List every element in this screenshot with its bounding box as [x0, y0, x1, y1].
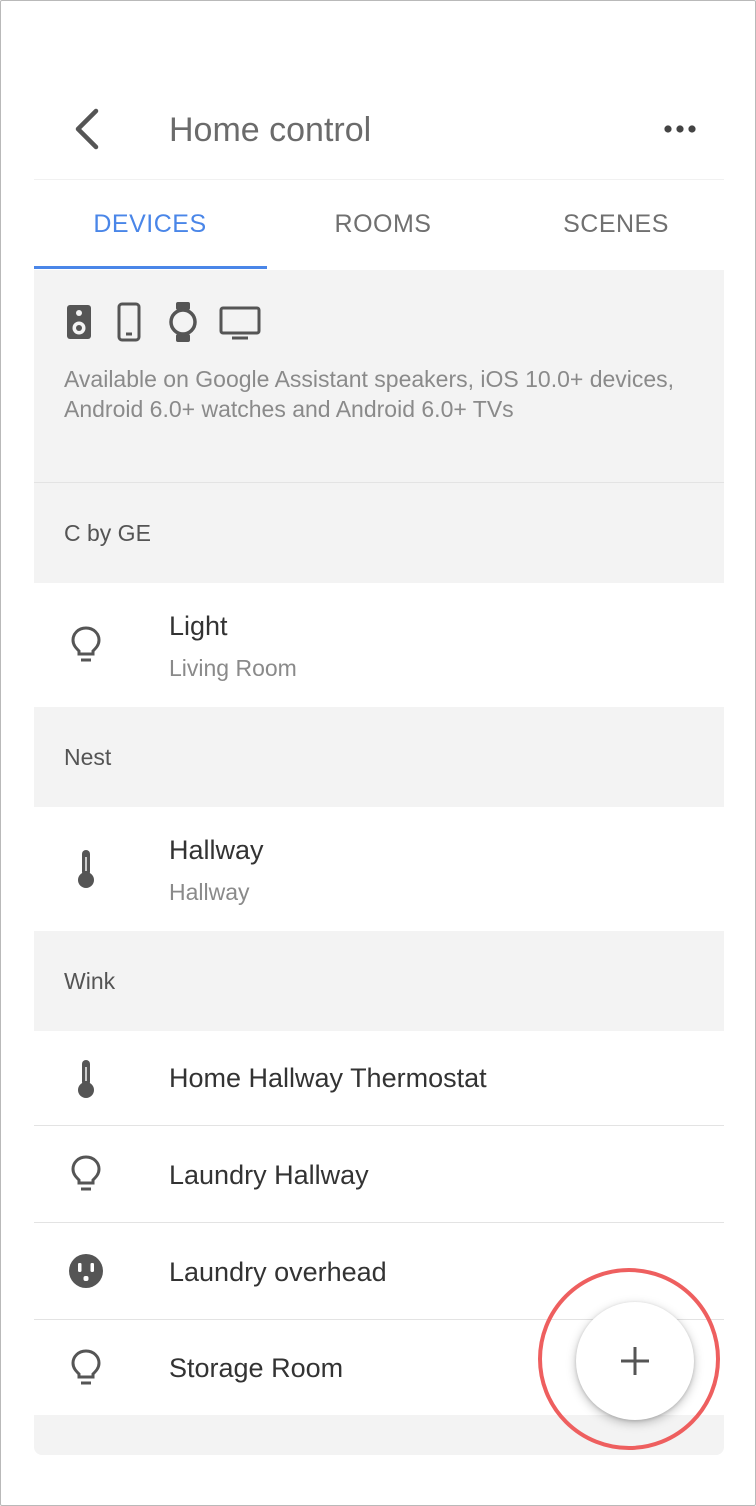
page-title: Home control	[169, 111, 372, 149]
device-title: Light	[169, 611, 228, 641]
lightbulb-icon	[71, 626, 101, 662]
tab-devices[interactable]: DEVICES	[34, 180, 266, 270]
more-horizontal-icon	[664, 125, 696, 133]
plus-icon	[621, 1347, 649, 1375]
device-title: Hallway	[169, 835, 264, 865]
device-title: Laundry overhead	[169, 1257, 387, 1287]
section-header-c-by-ge: C by GE	[34, 483, 724, 583]
device-row-home-hallway-thermostat[interactable]: Home Hallway Thermostat	[34, 1031, 724, 1125]
section-label: C by GE	[64, 520, 151, 546]
availability-text: Available on Google Assistant speakers, …	[64, 366, 675, 422]
device-title: Storage Room	[169, 1353, 344, 1383]
device-title: Home Hallway Thermostat	[169, 1063, 487, 1093]
device-title: Laundry Hallway	[169, 1160, 369, 1190]
device-row-hallway[interactable]: Hallway Hallway	[34, 807, 724, 931]
phone-icon	[117, 302, 141, 342]
tab-rooms[interactable]: ROOMS	[267, 180, 499, 270]
section-header-nest: Nest	[34, 707, 724, 807]
tab-bar: DEVICES ROOMS SCENES	[34, 180, 724, 270]
lightbulb-icon	[71, 1155, 101, 1191]
add-device-button[interactable]	[576, 1302, 694, 1420]
active-tab-indicator	[34, 266, 267, 269]
app-header: Home control	[34, 81, 724, 179]
tab-scenes[interactable]: SCENES	[500, 180, 732, 270]
device-subtitle: Hallway	[169, 879, 250, 905]
thermometer-icon	[78, 1060, 94, 1098]
outlet-icon	[69, 1254, 103, 1288]
app-frame: Home control DEVICES ROOMS SCENES Availa…	[0, 0, 756, 1506]
section-label: Wink	[64, 968, 116, 994]
watch-icon	[169, 302, 197, 342]
chevron-left-icon	[75, 108, 99, 150]
more-options-button[interactable]	[660, 111, 700, 151]
section-header-wink: Wink	[34, 931, 724, 1031]
device-subtitle: Living Room	[169, 655, 297, 681]
device-row-laundry-hallway[interactable]: Laundry Hallway	[34, 1126, 724, 1222]
lightbulb-icon	[71, 1349, 101, 1385]
back-button[interactable]	[70, 107, 106, 151]
tv-icon	[219, 306, 261, 340]
section-label: Nest	[64, 744, 112, 770]
availability-info: Available on Google Assistant speakers, …	[34, 270, 724, 482]
device-row-light[interactable]: Light Living Room	[34, 583, 724, 707]
speaker-icon	[67, 305, 91, 339]
thermometer-icon	[78, 850, 94, 888]
